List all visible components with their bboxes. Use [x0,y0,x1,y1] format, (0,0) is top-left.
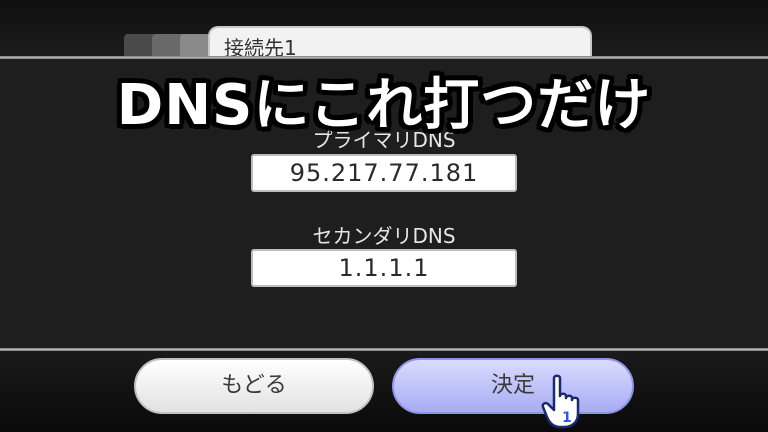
dns-settings-screen: 接続先1 プライマリDNS 95.217.77.181 セカンダリDNS 1.1… [0,0,768,432]
cursor-player-number: 1 [562,410,572,426]
secondary-dns-label: セカンダリDNS [312,224,456,248]
footer-band [0,351,768,432]
confirm-button-label: 決定 [490,373,535,398]
back-button-label: もどる [221,373,287,398]
connection-tab: 接続先1 [208,26,592,60]
back-button[interactable]: もどる [134,358,374,414]
secondary-dns-field[interactable]: 1.1.1.1 [251,249,517,287]
overlay-caption: DNSにこれ打つだけ [116,73,652,138]
hand-pointer-icon: 1 [541,374,580,429]
primary-dns-field[interactable]: 95.217.77.181 [251,154,517,192]
confirm-button[interactable]: 決定 [392,358,634,414]
